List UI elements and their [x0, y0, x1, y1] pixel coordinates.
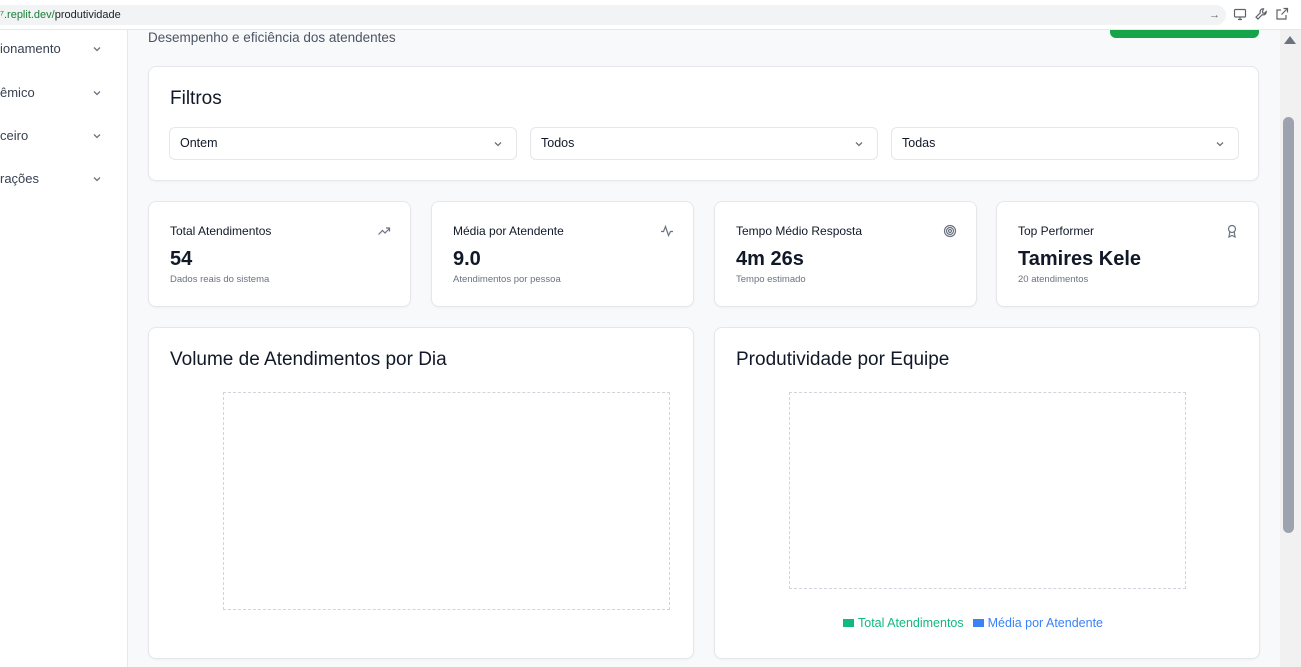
sidebar-item-label: rações [0, 171, 40, 186]
sidebar-item-relacionamento[interactable]: ionamento [0, 34, 127, 64]
chart-plot-area [789, 392, 1186, 589]
chart-plot-area [223, 392, 670, 610]
select-value: Todas [902, 136, 936, 150]
sidebar-item-label: êmico [0, 85, 35, 100]
filters-card: Filtros Ontem Todos Todas [148, 66, 1259, 181]
url-path: produtividade [54, 9, 121, 21]
stat-card-total: Total Atendimentos 54 Dados reais do sis… [148, 201, 411, 307]
stat-value: 9.0 [453, 248, 481, 270]
chevron-down-icon [93, 91, 101, 96]
period-select[interactable]: Ontem [169, 127, 517, 160]
chevron-down-icon [1216, 142, 1224, 147]
chevron-down-icon [93, 134, 101, 139]
url-go-icon[interactable]: → [1209, 5, 1220, 25]
chart-title: Produtividade por Equipe [736, 349, 950, 370]
url-host: ⁷.replit.dev/ [0, 9, 55, 21]
stat-value: 4m 26s [736, 248, 804, 270]
select-value: Ontem [180, 136, 218, 150]
volume-chart-card: Volume de Atendimentos por Dia [148, 327, 694, 659]
chart-legend: Total Atendimentos Média por Atendente [843, 616, 1103, 630]
stat-label: Total Atendimentos [170, 224, 272, 238]
legend-item-total[interactable]: Total Atendimentos [843, 616, 964, 630]
stat-label: Média por Atendente [453, 224, 564, 238]
team-select[interactable]: Todas [891, 127, 1239, 160]
legend-swatch [843, 619, 854, 627]
stat-card-response-time: Tempo Médio Resposta 4m 26s Tempo estima… [714, 201, 977, 307]
filters-title: Filtros [170, 88, 222, 109]
sidebar-item-configuracoes[interactable]: rações [0, 164, 127, 194]
select-value: Todos [541, 136, 575, 150]
legend-label: Média por Atendente [987, 616, 1103, 630]
award-icon [1227, 224, 1237, 238]
stat-label: Top Performer [1018, 224, 1095, 238]
stat-value: 54 [170, 248, 193, 270]
stat-value: Tamires Kele [1018, 248, 1142, 270]
stat-label: Tempo Médio Resposta [736, 224, 863, 238]
legend-label: Total Atendimentos [858, 616, 964, 630]
stat-description: Atendimentos por pessoa [453, 274, 561, 285]
browser-toolbar: ⁷.replit.dev/produtividade → [0, 0, 1301, 30]
wrench-icon[interactable] [1254, 7, 1268, 21]
stat-card-average: Média por Atendente 9.0 Atendimentos por… [431, 201, 694, 307]
legend-swatch [972, 619, 984, 627]
stat-description: 20 atendimentos [1018, 274, 1089, 285]
chevron-down-icon [93, 177, 101, 182]
team-chart-card: Produtividade por Equipe Total Atendimen… [714, 327, 1260, 659]
vertical-scrollbar[interactable] [1280, 30, 1301, 667]
scrollbar-thumb[interactable] [1283, 117, 1294, 533]
trending-up-icon [378, 227, 391, 235]
chevron-down-icon [93, 47, 101, 52]
primary-action-button[interactable] [1110, 30, 1259, 38]
scroll-up-icon[interactable] [1284, 36, 1296, 44]
main-content: Desempenho e eficiência dos atendentes F… [128, 30, 1280, 667]
stat-description: Dados reais do sistema [170, 274, 270, 285]
external-link-icon[interactable] [1275, 7, 1289, 21]
sidebar-item-academico[interactable]: êmico [0, 78, 127, 108]
chart-title: Volume de Atendimentos por Dia [170, 349, 447, 370]
sidebar-item-label: ceiro [0, 128, 29, 143]
target-icon [943, 224, 957, 238]
stat-description: Tempo estimado [736, 274, 806, 285]
activity-icon [661, 224, 673, 238]
sidebar-item-label: ionamento [0, 41, 61, 56]
devices-icon[interactable] [1233, 7, 1247, 21]
url-field[interactable]: ⁷.replit.dev/produtividade → [0, 5, 1226, 25]
attendant-select[interactable]: Todos [530, 127, 878, 160]
stat-card-top-performer: Top Performer Tamires Kele 20 atendiment… [996, 201, 1259, 307]
sidebar: ionamento êmico ceiro rações [0, 30, 128, 667]
page-subtitle: Desempenho e eficiência dos atendentes [148, 30, 396, 45]
chevron-down-icon [494, 142, 502, 147]
sidebar-item-financeiro[interactable]: ceiro [0, 121, 127, 151]
legend-item-average[interactable]: Média por Atendente [972, 616, 1103, 630]
chevron-down-icon [855, 142, 863, 147]
